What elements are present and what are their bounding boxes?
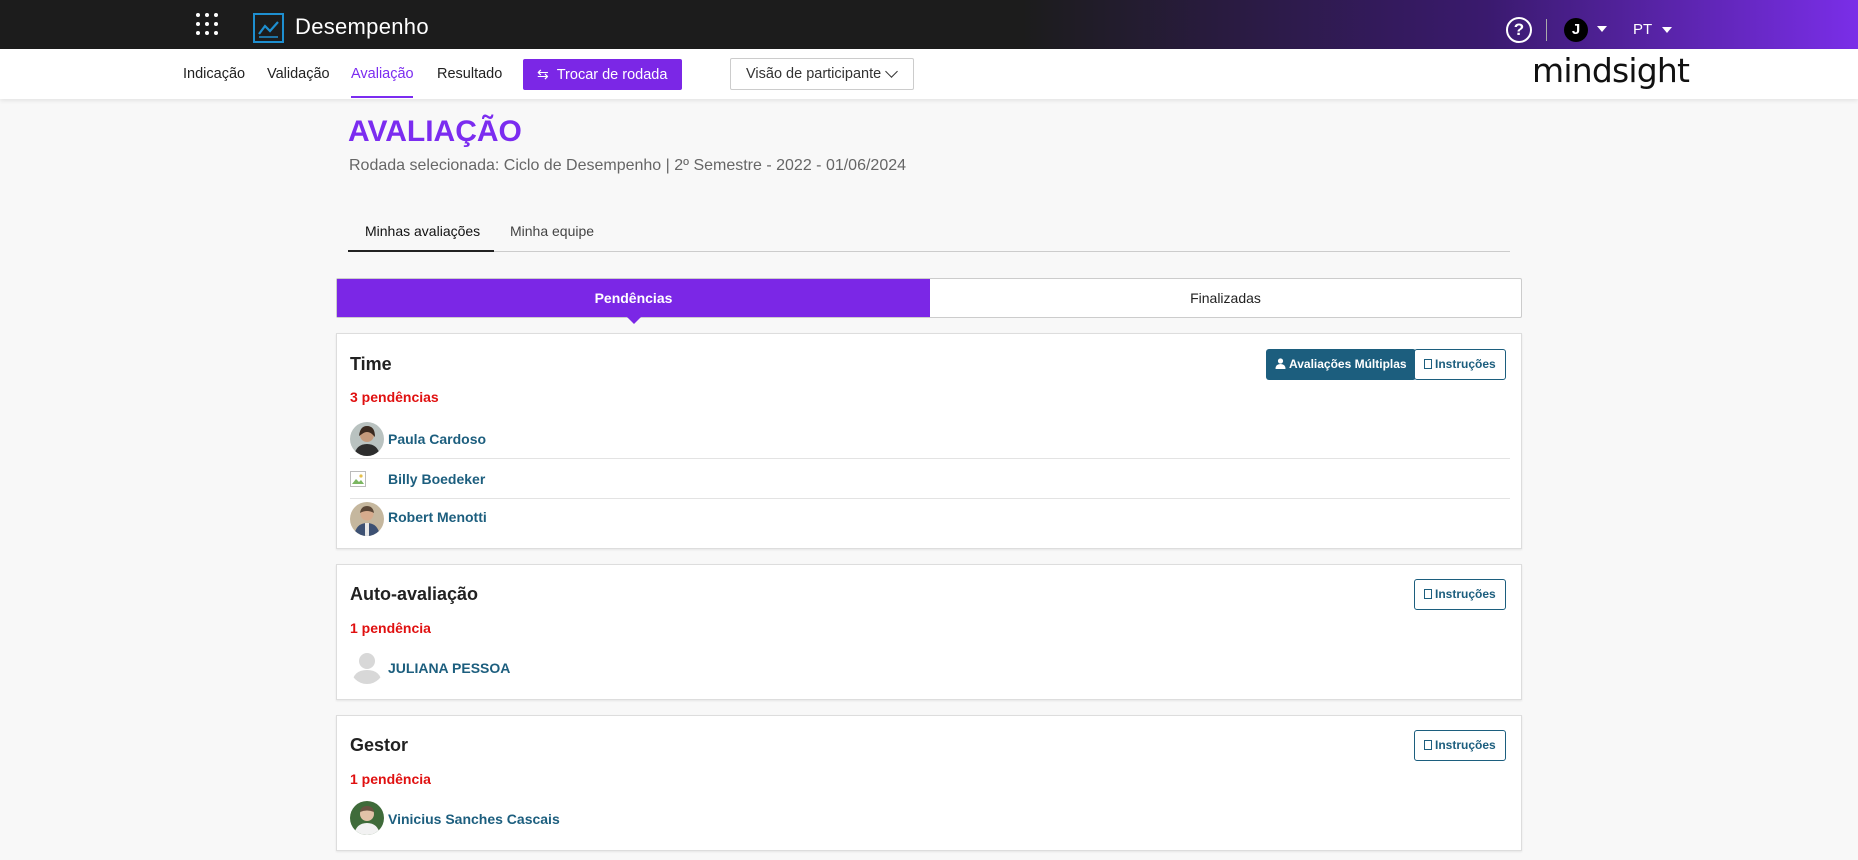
- apps-grid-icon[interactable]: [196, 13, 218, 35]
- header-divider: [1546, 19, 1547, 41]
- instrucoes-label: Instruções: [1435, 587, 1496, 601]
- list-item: Paula Cardoso: [350, 420, 1510, 459]
- swap-arrows-icon: ⇆: [537, 66, 549, 82]
- participant-name[interactable]: Robert Menotti: [388, 509, 487, 525]
- list-item: JULIANA PESSOA: [350, 650, 1510, 686]
- chevron-down-icon: [885, 65, 898, 78]
- trocar-rodada-button[interactable]: ⇆ Trocar de rodada: [523, 59, 682, 90]
- nav-item-validacao[interactable]: Validação: [267, 66, 330, 82]
- avaliacoes-multiplas-button[interactable]: Avaliações Múltiplas: [1266, 349, 1416, 380]
- status-segmented-control: Pendências Finalizadas: [336, 278, 1522, 324]
- section-title: Gestor: [350, 735, 409, 755]
- tab-active-indicator: [348, 250, 494, 252]
- user-icon: [1275, 350, 1286, 369]
- instrucoes-button[interactable]: Instruções: [1414, 349, 1506, 380]
- document-icon: [1424, 740, 1432, 750]
- nav-item-avaliacao[interactable]: Avaliação: [351, 66, 414, 82]
- language-chevron-down-icon[interactable]: [1662, 27, 1672, 33]
- pending-count: 3 pendências: [350, 389, 439, 405]
- participant-name[interactable]: Paula Cardoso: [388, 431, 486, 447]
- nav-item-indicacao[interactable]: Indicação: [183, 66, 245, 82]
- participant-name[interactable]: Billy Boedeker: [388, 471, 485, 487]
- user-menu-chevron-down-icon[interactable]: [1597, 26, 1607, 32]
- trocar-rodada-label: Trocar de rodada: [556, 67, 668, 83]
- default-avatar-icon[interactable]: [350, 650, 384, 684]
- tab-minha-equipe[interactable]: Minha equipe: [510, 223, 594, 239]
- visao-label: Visão de participante: [746, 66, 882, 82]
- instrucoes-label: Instruções: [1435, 738, 1496, 752]
- nav-item-resultado[interactable]: Resultado: [437, 66, 502, 82]
- top-bar: Desempenho ? J PT: [0, 0, 1858, 49]
- participant-name[interactable]: JULIANA PESSOA: [388, 660, 510, 676]
- nav-active-indicator: [351, 96, 413, 98]
- section-title: Auto-avaliação: [350, 584, 479, 604]
- segment-finalizadas[interactable]: Finalizadas: [930, 279, 1521, 317]
- nav-bar: Indicação Validação Avaliação Resultado …: [0, 49, 1858, 99]
- pending-count: 1 pendência: [350, 771, 431, 787]
- document-icon: [1424, 589, 1432, 599]
- avaliacoes-multiplas-label: Avaliações Múltiplas: [1289, 357, 1407, 371]
- section-time: Time 3 pendências Avaliações Múltiplas I…: [336, 333, 1522, 549]
- section-title: Time: [350, 354, 392, 374]
- tabs-divider: [348, 251, 1510, 252]
- pending-count: 1 pendência: [350, 620, 431, 636]
- app-logo-icon[interactable]: [253, 13, 284, 43]
- instrucoes-button[interactable]: Instruções: [1414, 579, 1506, 610]
- section-auto-avaliacao: Auto-avaliação 1 pendência Instruções JU…: [336, 564, 1522, 700]
- user-avatar[interactable]: J: [1564, 18, 1588, 42]
- language-selector[interactable]: PT: [1633, 21, 1652, 38]
- visao-dropdown[interactable]: Visão de participante: [730, 58, 914, 90]
- rodada-selecionada: Rodada selecionada: Ciclo de Desempenho …: [349, 157, 907, 174]
- avatar[interactable]: [350, 502, 384, 536]
- brand-logo: mindsight: [1532, 51, 1690, 90]
- help-icon[interactable]: ?: [1506, 17, 1532, 43]
- page-title: AVALIAÇÃO: [348, 115, 522, 148]
- instrucoes-button[interactable]: Instruções: [1414, 730, 1506, 761]
- document-icon: [1424, 359, 1432, 369]
- list-item: Billy Boedeker: [350, 459, 1510, 499]
- avatar[interactable]: [350, 801, 384, 835]
- avatar[interactable]: [350, 422, 384, 456]
- participant-name[interactable]: Vinicius Sanches Cascais: [388, 811, 560, 827]
- app-title: Desempenho: [295, 14, 429, 39]
- list-item: Robert Menotti: [350, 499, 1510, 539]
- broken-image-icon[interactable]: [350, 471, 366, 487]
- section-gestor: Gestor 1 pendência Instruções Vinicius S…: [336, 715, 1522, 851]
- segment-pendencias[interactable]: Pendências: [337, 279, 930, 324]
- instrucoes-label: Instruções: [1435, 357, 1496, 371]
- list-item: Vinicius Sanches Cascais: [350, 801, 1510, 837]
- tab-minhas-avaliacoes[interactable]: Minhas avaliações: [365, 223, 480, 239]
